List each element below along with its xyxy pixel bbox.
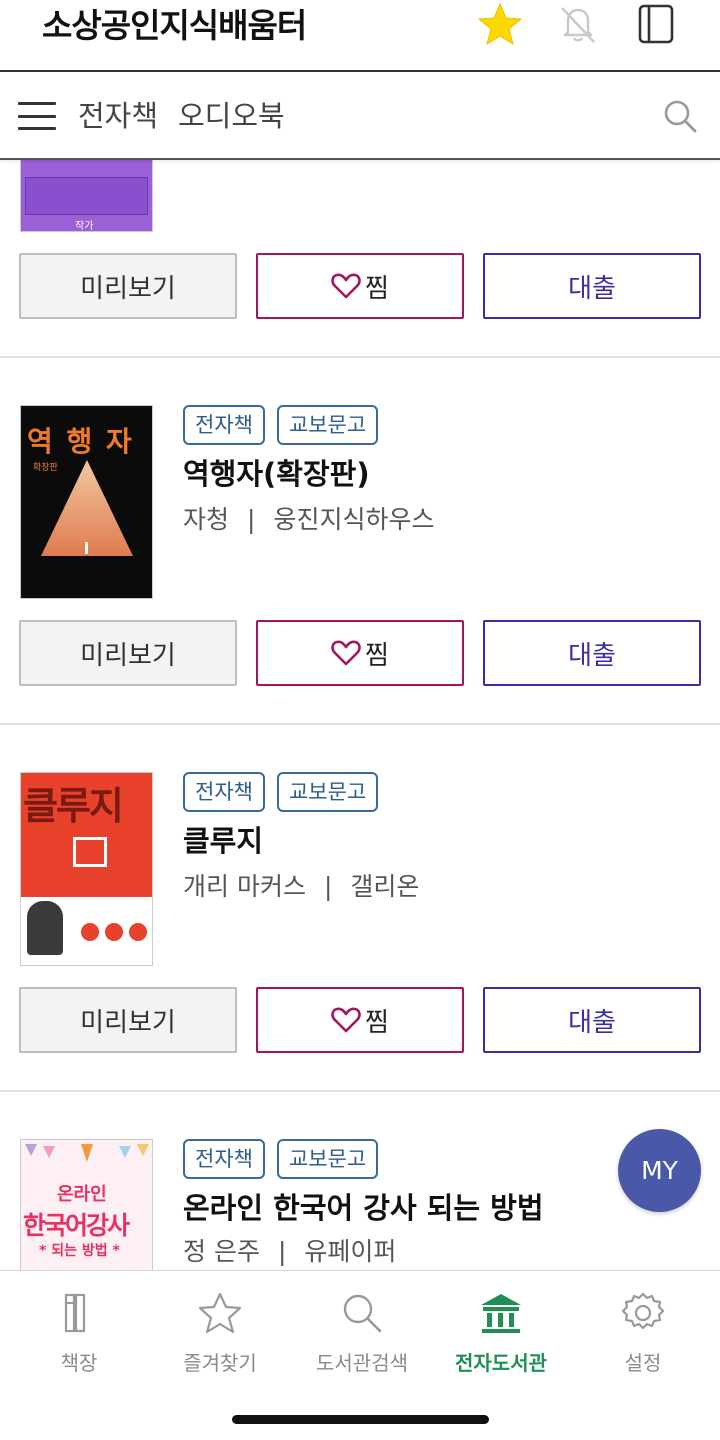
meta-separator: | bbox=[277, 1237, 287, 1266]
search-icon bbox=[664, 100, 697, 133]
badge-provider: 교보문고 bbox=[276, 772, 379, 812]
badge-format: 전자책 bbox=[183, 1139, 265, 1179]
book-title[interactable]: 역행자(확장판) bbox=[183, 456, 370, 492]
star-filled-icon bbox=[477, 2, 523, 46]
tab-ebook[interactable]: 전자책 bbox=[78, 98, 158, 134]
loan-label: 대출 bbox=[568, 1007, 616, 1038]
menu-bar bbox=[18, 114, 56, 118]
my-fab-button[interactable]: MY bbox=[618, 1129, 701, 1212]
cover-title: 클루지 bbox=[23, 784, 124, 828]
preview-label: 미리보기 bbox=[80, 1007, 176, 1038]
search-icon bbox=[338, 1289, 386, 1337]
nav-label: 도서관검색 bbox=[316, 1351, 408, 1375]
book-author: 개리 마커스 bbox=[183, 872, 306, 901]
notification-button[interactable] bbox=[554, 2, 602, 46]
wish-label: 찜 bbox=[365, 640, 389, 671]
tab-audiobook[interactable]: 오디오북 bbox=[178, 98, 285, 134]
meta-separator: | bbox=[247, 505, 256, 534]
loan-button[interactable]: 대출 bbox=[483, 253, 701, 319]
book-cover[interactable]: 클루지 bbox=[20, 772, 153, 966]
nav-item-e-library[interactable]: 전자도서관 bbox=[436, 1289, 566, 1379]
loan-label: 대출 bbox=[568, 273, 616, 304]
preview-button[interactable]: 미리보기 bbox=[19, 987, 237, 1053]
badge-format: 전자책 bbox=[183, 772, 265, 812]
nav-label: 책장 bbox=[60, 1351, 98, 1375]
book-meta: 개리 마커스 | 갤리온 bbox=[183, 871, 419, 903]
book-item: 역 행 자 확장판 전자책 교보문고 역행자(확장판) 자청 | 웅진지식하우스 미… bbox=[0, 358, 720, 725]
book-author: 정 은주 bbox=[183, 1237, 260, 1266]
menu-bar bbox=[18, 102, 56, 105]
bookshelf-icon bbox=[55, 1289, 103, 1337]
book-publisher: 웅진지식하우스 bbox=[273, 505, 435, 534]
menu-bar bbox=[18, 127, 56, 130]
heart-icon bbox=[331, 1007, 361, 1033]
badge-group: 전자책 교보문고 bbox=[183, 772, 379, 812]
nav-item-bookshelf[interactable]: 책장 bbox=[14, 1289, 144, 1379]
book-cover[interactable]: 작가 bbox=[20, 150, 153, 232]
book-list: 작가 미리보기 찜 대출 역 행 자 확장판 전자책 교보문고 역행자(확장판)… bbox=[0, 0, 720, 1440]
app-title: 소상공인지식배움터 bbox=[42, 6, 307, 45]
badge-provider: 교보문고 bbox=[276, 405, 379, 445]
home-indicator[interactable] bbox=[232, 1415, 489, 1424]
cover-title-line1: 온라인 bbox=[57, 1184, 107, 1205]
book-publisher: 갤리온 bbox=[350, 872, 420, 901]
search-button[interactable] bbox=[660, 96, 700, 136]
favorite-star-button[interactable] bbox=[476, 2, 524, 46]
meta-separator: | bbox=[323, 872, 333, 901]
badge-provider: 교보문고 bbox=[276, 1139, 379, 1179]
bottom-nav: 책장 즐겨찾기 도서관검색 전자도서관 설정 bbox=[0, 1270, 720, 1440]
ebook-viewer-button[interactable] bbox=[632, 2, 680, 46]
wish-button[interactable]: 찜 bbox=[256, 253, 464, 319]
sub-header: 전자책 오디오북 bbox=[0, 74, 720, 160]
cover-title: 역 행 자 bbox=[27, 425, 134, 458]
book-meta: 자청 | 웅진지식하우스 bbox=[183, 504, 434, 536]
nav-label: 전자도서관 bbox=[455, 1351, 547, 1375]
cover-title-line2: 한국어강사 bbox=[23, 1211, 130, 1240]
preview-label: 미리보기 bbox=[80, 273, 176, 304]
book-item: 클루지 전자책 교보문고 클루지 개리 마커스 | 갤리온 미리보기 찜 대출 bbox=[0, 725, 720, 1092]
wish-label: 찜 bbox=[365, 1007, 389, 1038]
loan-label: 대출 bbox=[568, 640, 616, 671]
loan-button[interactable]: 대출 bbox=[483, 987, 701, 1053]
preview-label: 미리보기 bbox=[80, 640, 176, 671]
cover-caption: 작가 bbox=[75, 221, 94, 232]
loan-button[interactable]: 대출 bbox=[483, 620, 701, 686]
heart-icon bbox=[331, 640, 361, 666]
wish-label: 찜 bbox=[365, 273, 389, 304]
book-item-partial: 작가 미리보기 찜 대출 bbox=[0, 150, 720, 358]
bell-off-icon bbox=[561, 7, 595, 43]
menu-button[interactable] bbox=[18, 98, 58, 134]
badge-group: 전자책 교보문고 bbox=[183, 1139, 379, 1179]
wish-button[interactable]: 찜 bbox=[256, 620, 464, 686]
nav-label: 즐겨찾기 bbox=[183, 1351, 257, 1375]
book-title[interactable]: 클루지 bbox=[183, 823, 263, 859]
triangle-art-icon bbox=[41, 460, 133, 556]
nav-item-settings[interactable]: 설정 bbox=[578, 1289, 708, 1379]
nav-item-favorites[interactable]: 즐겨찾기 bbox=[155, 1289, 285, 1379]
nav-item-library-search[interactable]: 도서관검색 bbox=[297, 1289, 427, 1379]
book-icon bbox=[638, 4, 674, 44]
nav-label: 설정 bbox=[624, 1351, 662, 1375]
preview-button[interactable]: 미리보기 bbox=[19, 253, 237, 319]
star-outline-icon bbox=[196, 1289, 244, 1337]
book-author: 자청 bbox=[183, 505, 230, 534]
wish-button[interactable]: 찜 bbox=[256, 987, 464, 1053]
badge-format: 전자책 bbox=[183, 405, 265, 445]
book-cover[interactable]: 역 행 자 확장판 bbox=[20, 405, 153, 599]
book-meta: 정 은주 | 유페이퍼 bbox=[183, 1236, 396, 1268]
badge-group: 전자책 교보문고 bbox=[183, 405, 379, 445]
cover-title-line3: * 되는 방법 * bbox=[39, 1243, 120, 1259]
book-publisher: 유페이퍼 bbox=[304, 1237, 397, 1266]
bunting-icon bbox=[25, 1144, 149, 1162]
library-icon bbox=[477, 1289, 525, 1337]
heart-icon bbox=[331, 273, 361, 299]
book-title[interactable]: 온라인 한국어 강사 되는 방법 bbox=[183, 1190, 544, 1226]
top-header: 소상공인지식배움터 bbox=[0, 0, 720, 72]
gear-icon bbox=[619, 1289, 667, 1337]
preview-button[interactable]: 미리보기 bbox=[19, 620, 237, 686]
